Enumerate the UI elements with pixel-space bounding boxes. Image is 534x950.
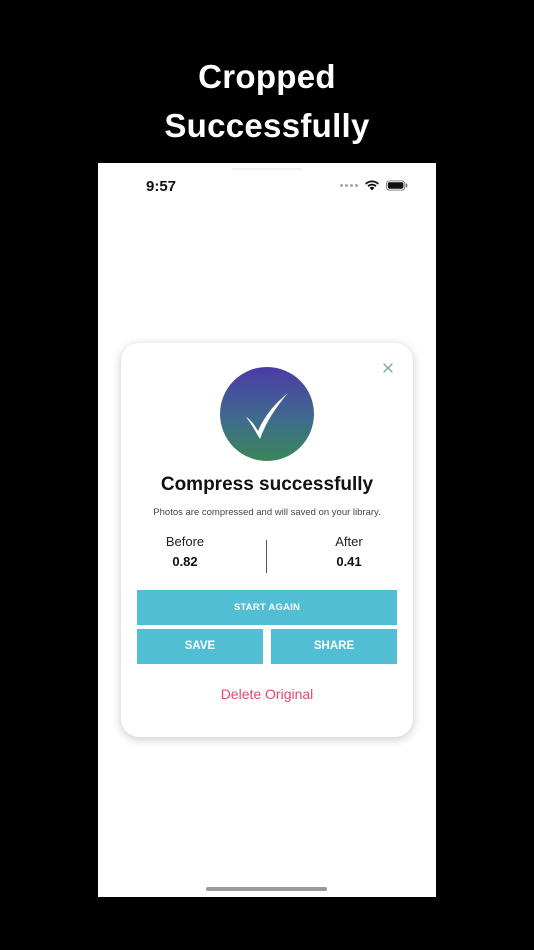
home-indicator[interactable] bbox=[206, 887, 327, 891]
before-value: 0.82 bbox=[172, 554, 198, 569]
headline-line-1: Cropped bbox=[198, 58, 336, 95]
promo-headline: Cropped Successfully bbox=[0, 52, 534, 150]
stat-after: After 0.41 bbox=[289, 533, 409, 573]
dialog-subtitle: Photos are compressed and will saved on … bbox=[153, 507, 381, 518]
stat-before: Before 0.82 bbox=[125, 533, 245, 573]
success-badge bbox=[220, 367, 314, 461]
start-again-button[interactable]: START AGAIN bbox=[137, 590, 397, 625]
stats-divider bbox=[266, 540, 267, 573]
close-icon[interactable] bbox=[381, 361, 395, 375]
after-label: After bbox=[335, 534, 363, 549]
headline-line-2: Successfully bbox=[164, 107, 370, 144]
status-time: 9:57 bbox=[146, 178, 177, 195]
signal-dots-icon bbox=[340, 183, 358, 187]
compress-success-dialog: Compress successfully Photos are compres… bbox=[121, 343, 413, 737]
wifi-icon bbox=[365, 180, 379, 191]
battery-icon bbox=[386, 179, 408, 191]
after-value: 0.41 bbox=[336, 554, 362, 569]
share-button[interactable]: SHARE bbox=[271, 629, 397, 664]
before-label: Before bbox=[165, 534, 205, 549]
checkmark-icon bbox=[246, 393, 288, 439]
dialog-title: Compress successfully bbox=[160, 474, 374, 495]
app-store-screenshot: Cropped Successfully 9:57 Compress succe… bbox=[0, 0, 534, 950]
status-icons bbox=[340, 179, 408, 191]
size-stats: Before 0.82 After 0.41 bbox=[121, 533, 413, 577]
save-button[interactable]: SAVE bbox=[137, 629, 263, 664]
status-bar: 9:57 bbox=[98, 163, 436, 207]
phone-screen: 9:57 Compress successfully Photos are co… bbox=[98, 163, 436, 897]
delete-original-button[interactable]: Delete Original bbox=[121, 686, 413, 702]
